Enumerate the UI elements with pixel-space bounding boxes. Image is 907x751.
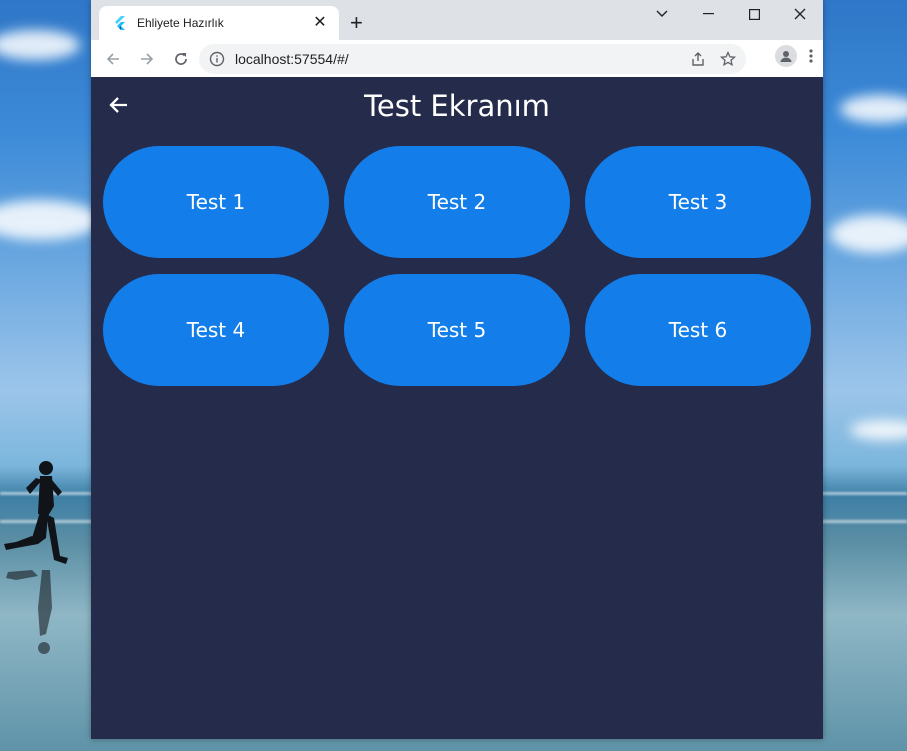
cloud bbox=[0, 30, 80, 60]
minimize-button[interactable] bbox=[685, 0, 731, 28]
browser-window: Ehliyete Hazırlık ✕ + localhost:57554/#/… bbox=[91, 0, 823, 739]
person-icon bbox=[780, 51, 792, 62]
test-button-1[interactable]: Test 1 bbox=[103, 146, 329, 258]
minimize-icon bbox=[702, 13, 714, 15]
star-icon[interactable] bbox=[720, 51, 736, 67]
browser-tab[interactable]: Ehliyete Hazırlık ✕ bbox=[99, 6, 339, 40]
new-tab-button[interactable]: + bbox=[350, 11, 363, 35]
cloud bbox=[850, 420, 907, 440]
maximize-icon bbox=[748, 8, 760, 20]
browser-toolbar: localhost:57554/#/ bbox=[91, 40, 823, 77]
close-window-button[interactable] bbox=[777, 0, 823, 28]
share-icon[interactable] bbox=[690, 51, 706, 67]
test-button-2[interactable]: Test 2 bbox=[344, 146, 570, 258]
tab-title: Ehliyete Hazırlık bbox=[137, 16, 224, 30]
flutter-icon bbox=[115, 16, 125, 30]
cloud bbox=[830, 215, 907, 253]
toolbar-actions bbox=[775, 45, 813, 67]
more-vert-icon[interactable] bbox=[809, 48, 813, 64]
close-icon bbox=[794, 8, 806, 20]
test-grid: Test 1 Test 2 Test 3 Test 4 Test 5 Test … bbox=[103, 146, 811, 386]
tab-strip: Ehliyete Hazırlık ✕ + bbox=[91, 0, 823, 40]
page-title: Test Ekranım bbox=[364, 89, 550, 123]
profile-button[interactable] bbox=[775, 45, 797, 67]
test-button-3[interactable]: Test 3 bbox=[585, 146, 811, 258]
cloud bbox=[0, 200, 100, 240]
info-icon[interactable] bbox=[209, 51, 225, 67]
close-tab-icon[interactable]: ✕ bbox=[311, 14, 329, 32]
reload-button[interactable] bbox=[165, 43, 197, 75]
test-button-6[interactable]: Test 6 bbox=[585, 274, 811, 386]
maximize-button[interactable] bbox=[731, 0, 777, 28]
reload-icon bbox=[175, 52, 187, 65]
arrow-left-icon bbox=[106, 52, 119, 65]
back-button[interactable] bbox=[97, 43, 129, 75]
tab-search-button[interactable] bbox=[639, 0, 685, 28]
window-controls bbox=[639, 0, 823, 28]
test-button-4[interactable]: Test 4 bbox=[103, 274, 329, 386]
address-bar[interactable]: localhost:57554/#/ bbox=[199, 44, 746, 74]
arrow-right-icon bbox=[141, 52, 154, 65]
cloud bbox=[840, 95, 907, 123]
test-button-5[interactable]: Test 5 bbox=[344, 274, 570, 386]
app-bar: Test Ekranım bbox=[91, 77, 823, 135]
forward-button[interactable] bbox=[131, 43, 163, 75]
url-text: localhost:57554/#/ bbox=[235, 51, 349, 67]
chevron-down-icon bbox=[656, 10, 668, 17]
app-page: Test Ekranım Test 1 Test 2 Test 3 Test 4… bbox=[91, 77, 823, 739]
runner-silhouette bbox=[4, 461, 68, 654]
